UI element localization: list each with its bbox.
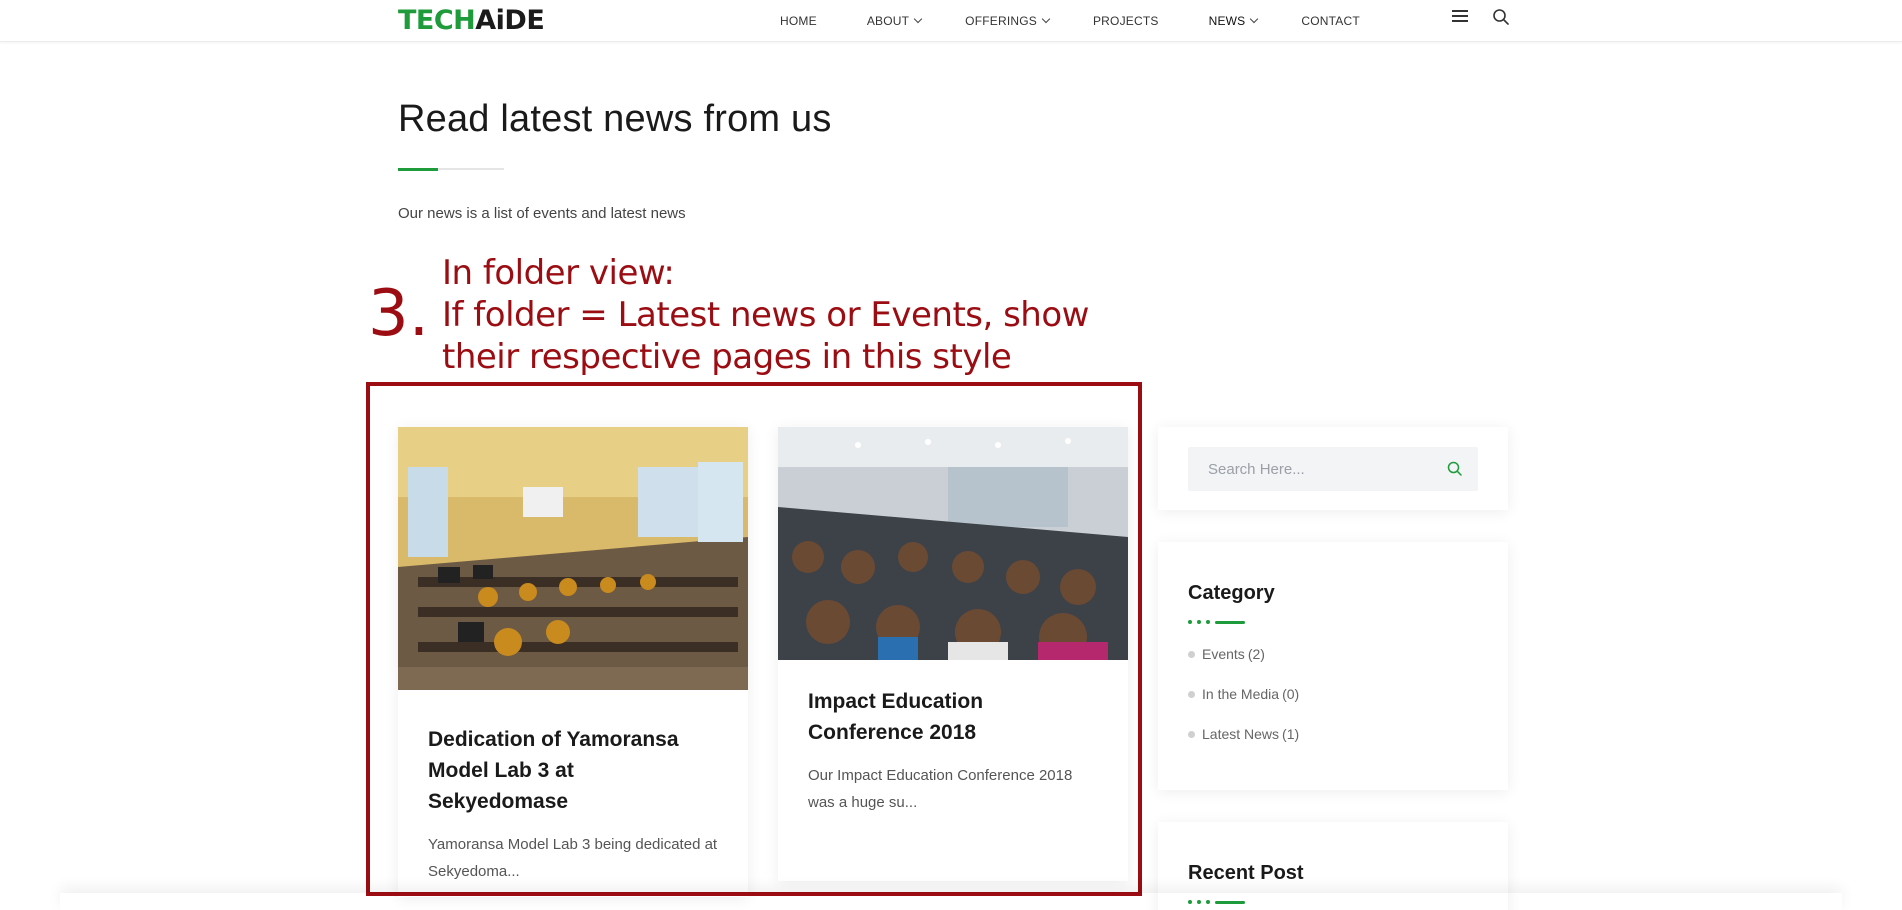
nav-about[interactable]: ABOUT [866,14,923,28]
category-item-events[interactable]: Events (2) [1188,646,1299,686]
chevron-down-icon [1041,14,1051,24]
category-list: Events (2) In the Media (0) Latest News … [1188,646,1299,766]
nav-offerings[interactable]: OFFERINGS [965,14,1051,28]
bullet-icon [1188,691,1195,698]
search-icon[interactable] [1446,460,1464,478]
category-count: (0) [1282,686,1300,702]
sidebar-search-widget [1158,427,1508,510]
category-name: In the Media [1202,686,1280,702]
recent-post-title: Recent Post [1188,862,1304,884]
category-title: Category [1188,582,1275,604]
main-nav: HOME ABOUT OFFERINGS PROJECTS NEWS CONTA… [780,0,1360,42]
category-item-latest-news[interactable]: Latest News (1) [1188,726,1299,766]
nav-contact-label: CONTACT [1301,14,1360,28]
annotation-line-2: If folder = Latest news or Events, show … [442,295,1089,377]
nav-projects[interactable]: PROJECTS [1093,14,1159,28]
nav-home[interactable]: HOME [780,14,817,28]
title-dots-decoration [1188,620,1245,624]
page-subtitle: Our news is a list of events and latest … [398,205,686,222]
category-item-in-the-media[interactable]: In the Media (0) [1188,686,1299,726]
bullet-icon [1188,731,1195,738]
annotation-highlight-box [366,382,1142,896]
category-name: Events [1202,646,1245,662]
hamburger-icon[interactable] [1452,10,1468,24]
nav-news[interactable]: NEWS [1208,14,1259,28]
site-logo[interactable]: TECH AiDE [398,5,545,36]
title-underline [398,167,504,171]
sidebar-search-box [1188,447,1478,491]
category-count: (2) [1247,646,1265,662]
bullet-icon [1188,651,1195,658]
sidebar-category-widget: Category Events (2) In the Media (0) Lat… [1158,542,1508,790]
category-count: (1) [1282,726,1300,742]
nav-offerings-label: OFFERINGS [965,14,1037,28]
page-title: Read latest news from us [398,98,832,140]
nav-contact[interactable]: CONTACT [1301,14,1360,28]
search-input[interactable] [1188,447,1438,491]
category-name: Latest News [1202,726,1280,742]
annotation-number: 3. [368,277,430,351]
bottom-shadow [60,893,1842,910]
nav-home-label: HOME [780,14,817,28]
site-header: TECH AiDE HOME ABOUT OFFERINGS PROJECTS N… [0,0,1902,42]
logo-tech-text: TECH [398,5,476,36]
chevron-down-icon [913,14,923,24]
nav-about-label: ABOUT [866,14,910,28]
annotation-text: In folder view: If folder = Latest news … [442,252,1142,378]
annotation-line-1: In folder view: [442,253,675,293]
nav-news-label: NEWS [1208,14,1246,28]
chevron-down-icon [1250,14,1259,24]
logo-aide-text: AiDE [475,5,545,36]
nav-projects-label: PROJECTS [1092,14,1159,28]
search-icon[interactable] [1492,8,1510,26]
